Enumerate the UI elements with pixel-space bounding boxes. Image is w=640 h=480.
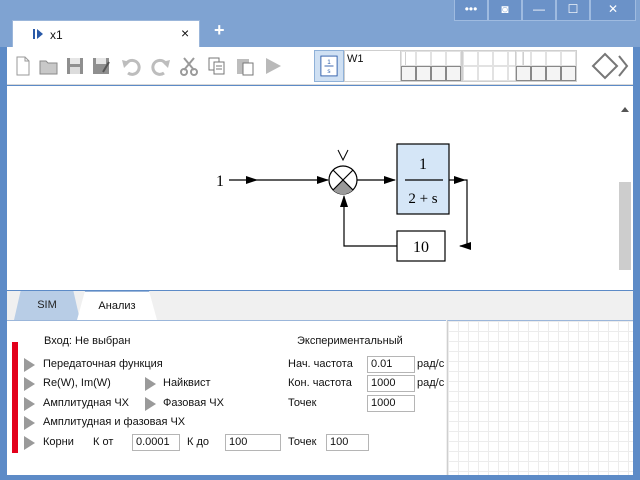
copy-icon[interactable]: [207, 56, 227, 76]
experimental-label: Экспериментальный: [297, 335, 403, 347]
transfer-play-icon[interactable]: [24, 358, 35, 372]
run-icon[interactable]: [263, 56, 283, 76]
status-bar-indicator: [12, 342, 18, 453]
block-numerator: 1: [419, 156, 427, 173]
tab-analysis[interactable]: Анализ: [77, 291, 157, 320]
amp-phase-button[interactable]: Амплитудная и фазовая ЧХ: [43, 416, 185, 428]
block-denominator: 2 + s: [408, 191, 437, 207]
window-controls: ••• ◙ — ☐ ✕: [454, 0, 636, 21]
minimize-button[interactable]: —: [522, 0, 556, 21]
start-freq-label: Нач. частота: [288, 358, 353, 370]
document-tab-name: x1: [50, 28, 63, 42]
undo-icon[interactable]: [121, 56, 141, 76]
analysis-panel: SIM Анализ Вход: Не выбран Экспериментал…: [7, 291, 633, 475]
amp-phase-play-icon[interactable]: [24, 416, 35, 430]
summing-junction[interactable]: [328, 149, 358, 195]
input-constant[interactable]: 1: [216, 173, 224, 190]
re-im-play-icon[interactable]: [24, 377, 35, 391]
diagram-canvas[interactable]: 1 2 + s 10 1: [7, 86, 633, 290]
phase-button[interactable]: Фазовая ЧХ: [163, 397, 224, 409]
palette-scroll-icon[interactable]: [591, 52, 629, 80]
k-to-label: К до: [187, 436, 209, 448]
feedback-gain-value: 10: [413, 239, 429, 256]
save-as-icon[interactable]: [91, 56, 111, 76]
freq-points-label: Точек: [288, 397, 317, 409]
cut-icon[interactable]: [179, 56, 199, 76]
document-tab[interactable]: x1 ×: [12, 20, 200, 47]
more-button[interactable]: •••: [454, 0, 488, 21]
start-freq-unit: рад/с: [417, 358, 445, 370]
toolbar: 1 s W1: [7, 47, 633, 85]
maximize-button[interactable]: ☐: [556, 0, 590, 21]
transfer-function-icon: 1 s: [320, 55, 338, 77]
redo-icon[interactable]: [151, 56, 171, 76]
re-im-button[interactable]: Re(W), Im(W): [43, 377, 111, 389]
start-freq-input[interactable]: 0.01: [367, 356, 415, 373]
palette-w1-label: W1: [347, 53, 364, 65]
phase-play-icon[interactable]: [145, 397, 156, 411]
save-icon[interactable]: [65, 56, 85, 76]
close-tab-icon[interactable]: ×: [181, 25, 189, 41]
k-from-input[interactable]: 0.0001: [132, 434, 180, 451]
run-file-icon: [33, 29, 43, 39]
end-freq-label: Кон. частота: [288, 377, 352, 389]
palette-group-1[interactable]: [400, 50, 462, 82]
close-window-button[interactable]: ✕: [590, 0, 636, 21]
amplitude-button[interactable]: Амплитудная ЧХ: [43, 397, 129, 409]
k-from-label: К от: [93, 436, 114, 448]
palette-group-3[interactable]: [515, 50, 577, 82]
tab-sim[interactable]: SIM: [14, 291, 80, 320]
paste-icon[interactable]: [235, 56, 255, 76]
palette-selected[interactable]: 1 s: [314, 50, 344, 82]
new-tab-button[interactable]: +: [214, 20, 225, 41]
transfer-function-button[interactable]: Передаточная функция: [43, 358, 163, 370]
scroll-thumb[interactable]: [619, 182, 631, 270]
roots-points-label: Точек: [288, 436, 317, 448]
analysis-body: Вход: Не выбран Экспериментальный Переда…: [7, 320, 446, 475]
screenshot-button[interactable]: ◙: [488, 0, 522, 21]
k-to-input[interactable]: 100: [225, 434, 281, 451]
block-diagram: 1 2 + s 10 1: [216, 143, 471, 262]
freq-points-input[interactable]: 1000: [367, 395, 415, 412]
end-freq-unit: рад/с: [417, 377, 445, 389]
input-label: Вход: Не выбран: [44, 335, 131, 347]
plot-area[interactable]: [447, 320, 633, 475]
amplitude-play-icon[interactable]: [24, 397, 35, 411]
title-bar: ••• ◙ — ☐ ✕ x1 × +: [0, 0, 640, 47]
roots-points-input[interactable]: 100: [326, 434, 369, 451]
vertical-scrollbar[interactable]: [619, 104, 631, 272]
new-file-icon[interactable]: [13, 56, 33, 76]
svg-text:1: 1: [327, 59, 331, 66]
palette-w1[interactable]: W1: [344, 50, 406, 82]
svg-text:s: s: [327, 68, 330, 75]
roots-button[interactable]: Корни: [43, 436, 74, 448]
open-folder-icon[interactable]: [39, 56, 59, 76]
nyquist-play-icon[interactable]: [145, 377, 156, 391]
nyquist-button[interactable]: Найквист: [163, 377, 211, 389]
roots-play-icon[interactable]: [24, 436, 35, 450]
scroll-up-icon[interactable]: [619, 104, 631, 114]
end-freq-input[interactable]: 1000: [367, 375, 415, 392]
